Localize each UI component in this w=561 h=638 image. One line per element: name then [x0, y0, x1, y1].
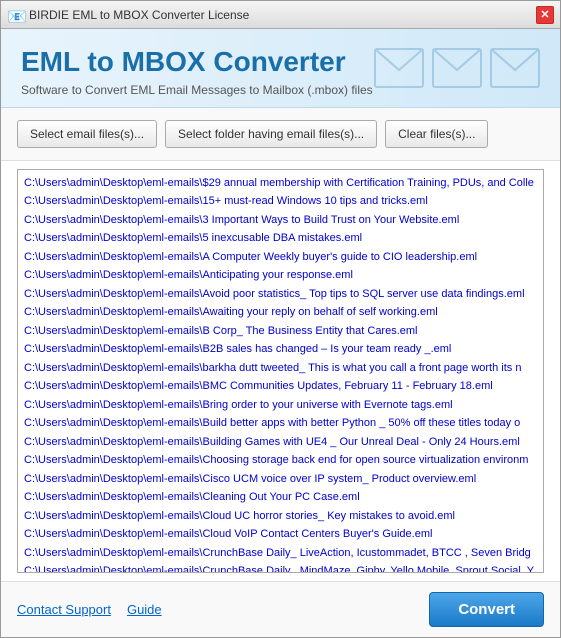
toolbar: Select email files(s)... Select folder h… — [1, 108, 560, 161]
list-item: C:\Users\admin\Desktop\eml-emails\Buildi… — [20, 433, 544, 452]
list-item: C:\Users\admin\Desktop\eml-emails\Crunch… — [20, 544, 544, 563]
list-item: C:\Users\admin\Desktop\eml-emails\Crunch… — [20, 562, 544, 573]
footer-links: Contact Support Guide — [17, 602, 162, 617]
header-icons — [374, 48, 540, 88]
list-item: C:\Users\admin\Desktop\eml-emails\Cisco … — [20, 470, 544, 489]
footer: Contact Support Guide Convert — [1, 581, 560, 637]
envelope-icon-2 — [432, 48, 482, 88]
select-folder-button[interactable]: Select folder having email files(s)... — [165, 120, 377, 148]
list-item: C:\Users\admin\Desktop\eml-emails\Choosi… — [20, 451, 544, 470]
contact-support-link[interactable]: Contact Support — [17, 602, 111, 617]
file-list-container[interactable]: C:\Users\admin\Desktop\eml-emails\$29 an… — [17, 169, 544, 573]
list-item: C:\Users\admin\Desktop\eml-emails\B Corp… — [20, 322, 544, 341]
list-item: C:\Users\admin\Desktop\eml-emails\Cleani… — [20, 488, 544, 507]
app-icon: 📧 — [7, 7, 23, 23]
list-item: C:\Users\admin\Desktop\eml-emails\A Comp… — [20, 248, 544, 267]
header-area: EML to MBOX Converter Software to Conver… — [1, 29, 560, 108]
list-item: C:\Users\admin\Desktop\eml-emails\Awaiti… — [20, 303, 544, 322]
list-item: C:\Users\admin\Desktop\eml-emails\barkha… — [20, 359, 544, 378]
guide-link[interactable]: Guide — [127, 602, 162, 617]
list-item: C:\Users\admin\Desktop\eml-emails\Cloud … — [20, 525, 544, 544]
list-item: C:\Users\admin\Desktop\eml-emails\$29 an… — [20, 174, 544, 193]
title-bar-text: BIRDIE EML to MBOX Converter License — [29, 8, 249, 22]
list-item: C:\Users\admin\Desktop\eml-emails\3 Impo… — [20, 211, 544, 230]
envelope-icon-1 — [374, 48, 424, 88]
list-item: C:\Users\admin\Desktop\eml-emails\5 inex… — [20, 229, 544, 248]
list-item: C:\Users\admin\Desktop\eml-emails\Bring … — [20, 396, 544, 415]
title-bar: 📧 BIRDIE EML to MBOX Converter License ✕ — [1, 1, 560, 29]
list-item: C:\Users\admin\Desktop\eml-emails\Antici… — [20, 266, 544, 285]
file-list-area: C:\Users\admin\Desktop\eml-emails\$29 an… — [1, 161, 560, 581]
convert-button[interactable]: Convert — [429, 592, 544, 627]
list-item: C:\Users\admin\Desktop\eml-emails\Build … — [20, 414, 544, 433]
list-item: C:\Users\admin\Desktop\eml-emails\BMC Co… — [20, 377, 544, 396]
select-files-button[interactable]: Select email files(s)... — [17, 120, 157, 148]
list-item: C:\Users\admin\Desktop\eml-emails\Avoid … — [20, 285, 544, 304]
envelope-icon-3 — [490, 48, 540, 88]
main-window: 📧 BIRDIE EML to MBOX Converter License ✕… — [0, 0, 561, 638]
list-item: C:\Users\admin\Desktop\eml-emails\15+ mu… — [20, 192, 544, 211]
clear-files-button[interactable]: Clear files(s)... — [385, 120, 488, 148]
list-item: C:\Users\admin\Desktop\eml-emails\Cloud … — [20, 507, 544, 526]
close-button[interactable]: ✕ — [536, 6, 554, 24]
title-bar-left: 📧 BIRDIE EML to MBOX Converter License — [7, 7, 249, 23]
file-list: C:\Users\admin\Desktop\eml-emails\$29 an… — [18, 170, 544, 573]
list-item: C:\Users\admin\Desktop\eml-emails\B2B sa… — [20, 340, 544, 359]
